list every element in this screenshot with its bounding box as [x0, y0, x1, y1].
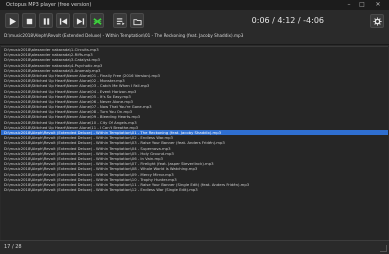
settings-button[interactable] [370, 14, 384, 28]
minimize-icon[interactable]: – [343, 0, 355, 10]
window-title: Octopus MP3 player (free version) [6, 2, 92, 8]
play-button[interactable] [5, 13, 19, 28]
pause-button[interactable] [39, 13, 53, 28]
app-window: Octopus MP3 player (free version) – □ ✕ [0, 0, 389, 254]
playlist-icon [116, 17, 125, 25]
stop-icon [26, 18, 33, 24]
next-icon [76, 17, 85, 25]
track-counter: 17 / 28 [4, 244, 22, 250]
shuffle-button[interactable] [90, 13, 104, 28]
close-icon[interactable]: ✕ [372, 0, 384, 10]
pause-icon [43, 17, 50, 25]
gear-icon [373, 17, 382, 26]
next-button[interactable] [73, 13, 87, 28]
playlist-item[interactable]: D:\music2018\Aleph\Revolt (Extended Delu… [1, 187, 388, 192]
playlist-button[interactable] [113, 13, 127, 28]
resize-grip[interactable] [380, 245, 387, 252]
play-icon [9, 17, 17, 25]
shuffle-icon [93, 17, 102, 25]
open-button[interactable] [130, 13, 144, 28]
title-bar: Octopus MP3 player (free version) – □ ✕ [0, 0, 389, 10]
open-icon [133, 18, 142, 25]
divider [0, 44, 389, 45]
toolbar [0, 10, 389, 32]
stop-button[interactable] [22, 13, 36, 28]
previous-icon [59, 17, 68, 25]
now-playing-path: D:\music2018\Aleph\Revolt (Extended Delu… [4, 33, 244, 38]
time-display: 0:06 / 4:12 / -4:06 [251, 16, 324, 25]
playlist[interactable]: D:\music2018\alexander nakarada\1-Circui… [1, 46, 388, 240]
status-bar: 17 / 28 [0, 240, 389, 254]
maximize-icon[interactable]: □ [356, 0, 368, 10]
previous-button[interactable] [56, 13, 70, 28]
